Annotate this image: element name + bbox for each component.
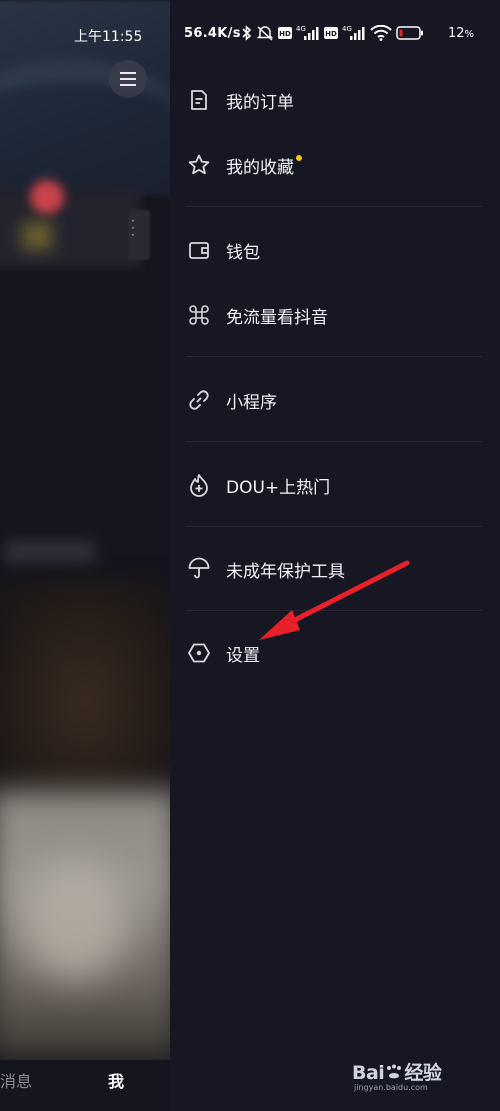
menu-item-label: DOU+上热门 xyxy=(226,477,331,498)
menu-item-label: 未成年保护工具 xyxy=(226,561,345,582)
menu-item-my-favorites[interactable]: 我的收藏 xyxy=(186,145,486,185)
star-icon xyxy=(186,152,212,178)
menu-item-label: 我的收藏 xyxy=(226,157,294,178)
status-bar: 56.4K/s HD 4G HD 4G 12% xyxy=(184,25,484,46)
avatar xyxy=(30,180,64,214)
menu-item-wallet[interactable]: 钱包 xyxy=(186,230,486,270)
signal-4g-icon: 4G xyxy=(342,25,366,41)
wifi-icon xyxy=(370,25,392,41)
divider xyxy=(186,356,482,357)
divider xyxy=(186,206,482,207)
background-profile-page xyxy=(0,0,170,1111)
hd-icon: HD xyxy=(278,27,292,39)
network-speed: 56.4K/s xyxy=(184,26,241,41)
menu-item-dou-plus[interactable]: DOU+上热门 xyxy=(186,465,486,505)
menu-item-label: 免流量看抖音 xyxy=(226,307,328,328)
settings-icon xyxy=(186,640,212,666)
menu-item-minor-protection[interactable]: 未成年保护工具 xyxy=(186,549,486,589)
menu-button[interactable] xyxy=(109,60,147,98)
baidu-jingyan-watermark: Bai 经验 jingyan.baidu.com xyxy=(352,1062,442,1092)
svg-text:4G: 4G xyxy=(296,25,306,33)
svg-text:HD: HD xyxy=(325,30,337,38)
menu-item-my-orders[interactable]: 我的订单 xyxy=(186,80,486,120)
nav-messages[interactable]: 消息 xyxy=(0,1068,32,1092)
video-thumbnail xyxy=(0,580,170,800)
order-icon xyxy=(186,87,212,113)
nav-me[interactable]: 我 xyxy=(108,1068,124,1092)
bluetooth-icon xyxy=(242,25,252,41)
dou-plus-icon xyxy=(186,472,212,498)
menu-item-free-data[interactable]: 免流量看抖音 xyxy=(186,295,486,335)
divider xyxy=(186,610,482,611)
signal-4g-icon: 4G xyxy=(296,25,320,41)
hamburger-icon xyxy=(120,70,136,88)
battery-percent: 12% xyxy=(447,26,474,41)
menu-item-label: 小程序 xyxy=(226,392,277,413)
svg-text:HD: HD xyxy=(279,30,291,38)
divider xyxy=(186,526,482,527)
new-badge-dot xyxy=(296,155,302,161)
umbrella-icon xyxy=(186,556,212,582)
menu-item-label: 我的订单 xyxy=(226,92,294,113)
status-time: 上午11:55 xyxy=(74,29,143,45)
battery-icon xyxy=(396,26,424,40)
menu-item-mini-program[interactable]: 小程序 xyxy=(186,380,486,420)
mute-icon xyxy=(256,25,274,41)
menu-item-settings[interactable]: 设置 xyxy=(186,633,486,673)
mini-program-icon xyxy=(186,387,212,413)
more-dots-icon: · · · xyxy=(131,214,135,242)
paw-icon xyxy=(385,1063,403,1079)
svg-text:4G: 4G xyxy=(342,25,352,33)
divider xyxy=(186,441,482,442)
free-data-icon xyxy=(186,302,212,328)
menu-item-label: 钱包 xyxy=(226,242,260,263)
wallet-icon xyxy=(186,237,212,263)
hd-icon: HD xyxy=(324,27,338,39)
menu-item-label: 设置 xyxy=(226,645,260,666)
profile-header-blurred xyxy=(0,188,140,268)
